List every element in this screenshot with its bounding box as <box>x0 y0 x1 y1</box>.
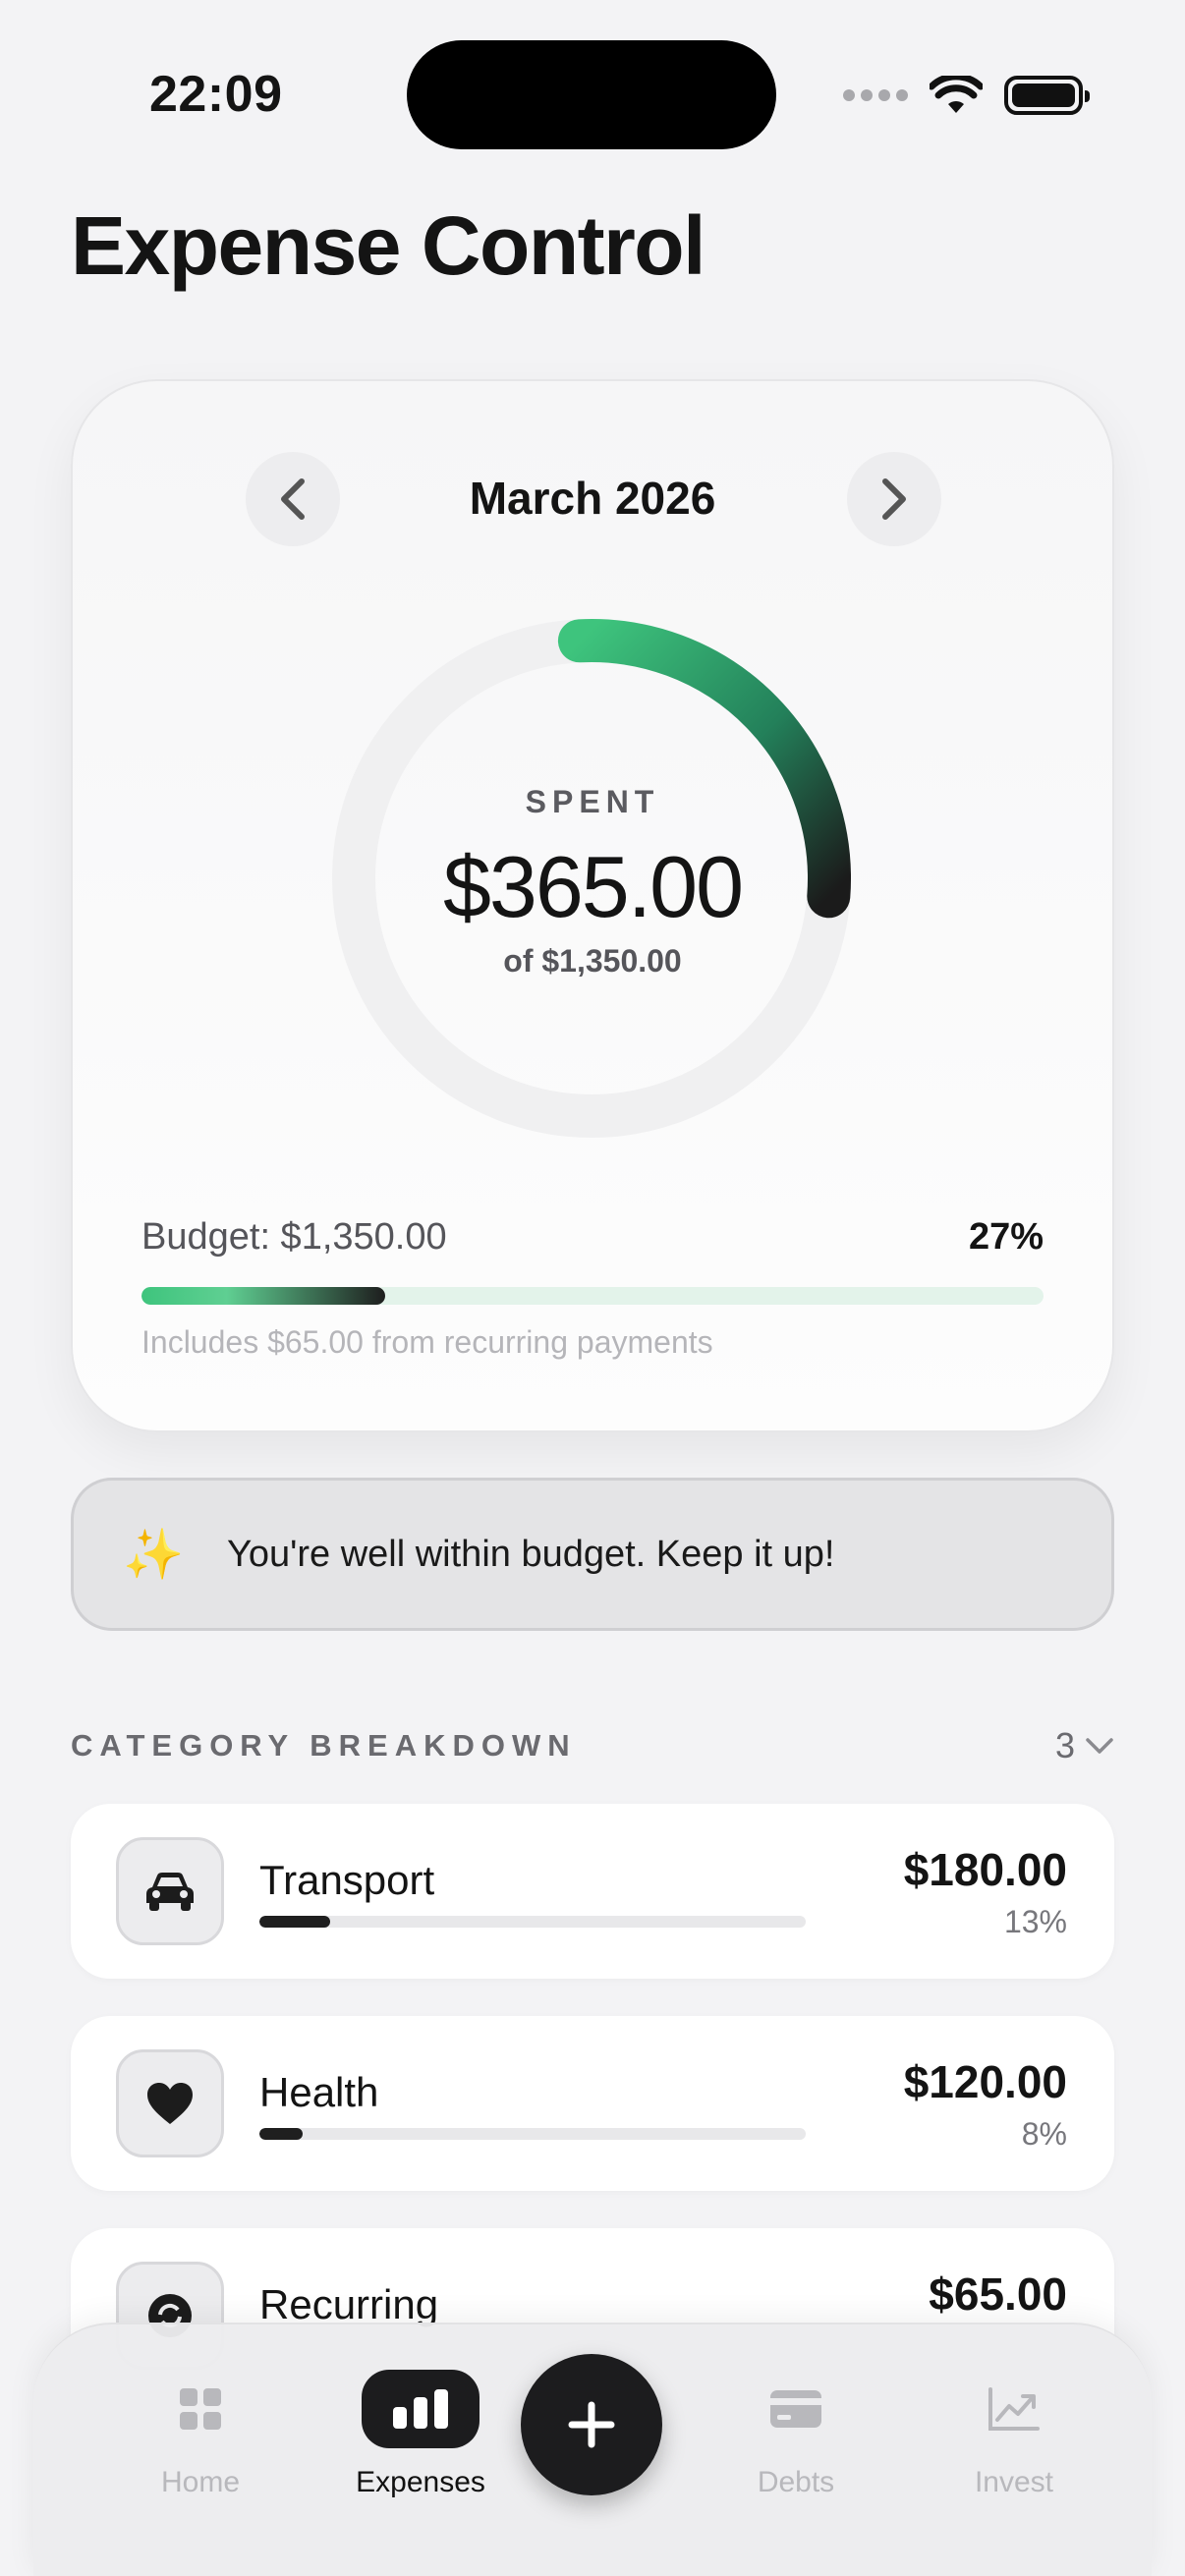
next-month-button[interactable] <box>847 452 941 546</box>
tab-home[interactable]: Home <box>102 2370 299 2499</box>
category-amount: $120.00 <box>903 2056 1067 2107</box>
tip-text: You're well within budget. Keep it up! <box>227 1533 835 1575</box>
budget-row: Budget: $1,350.00 27% <box>141 1216 1044 1259</box>
section-title: CATEGORY BREAKDOWN <box>71 1728 577 1763</box>
tab-debts[interactable]: Debts <box>698 2370 894 2499</box>
category-count-toggle[interactable]: 3 <box>1055 1725 1114 1766</box>
category-amount: $65.00 <box>929 2268 1067 2320</box>
category-icon-box <box>116 2049 224 2157</box>
budget-progress-fill <box>141 1287 385 1305</box>
grid-icon <box>180 2388 221 2430</box>
cellular-signal-icon <box>843 89 908 101</box>
plus-icon <box>568 2401 615 2448</box>
tab-invest[interactable]: Invest <box>916 2370 1112 2499</box>
category-percent: 8% <box>1021 2116 1067 2152</box>
add-expense-button[interactable] <box>521 2354 662 2495</box>
trend-up-icon <box>988 2387 1040 2431</box>
budget-progress-bar <box>141 1287 1044 1305</box>
category-name: Recurring <box>259 2281 439 2327</box>
month-label: March 2026 <box>469 473 716 524</box>
tab-label: Debts <box>757 2466 835 2498</box>
battery-icon <box>1004 76 1090 115</box>
chevron-right-icon <box>882 478 906 520</box>
category-percent: 13% <box>1003 1904 1067 1939</box>
category-progress-fill <box>259 2128 304 2140</box>
category-progress-bar <box>259 1916 806 1928</box>
status-time: 22:09 <box>149 66 283 123</box>
car-icon <box>146 1873 194 1911</box>
budget-tip-banner: ✨ You're well within budget. Keep it up! <box>71 1478 1114 1631</box>
category-card-health[interactable]: Health $120.00 8% <box>71 2016 1114 2191</box>
spent-label: SPENT <box>525 784 660 819</box>
bar-chart-icon <box>393 2389 448 2429</box>
category-icon-box <box>116 1837 224 1945</box>
wifi-icon <box>930 76 983 113</box>
category-name: Health <box>259 2069 379 2115</box>
spent-amount: $365.00 <box>442 838 744 935</box>
tab-expenses[interactable]: Expenses <box>322 2370 519 2499</box>
dynamic-island <box>407 40 776 149</box>
tab-label: Invest <box>974 2466 1054 2498</box>
tab-label: Expenses <box>356 2466 485 2498</box>
category-amount: $180.00 <box>903 1844 1067 1895</box>
spending-summary-card: March 2026 SPENT $365.00 of $1,350.00 Bu… <box>71 379 1114 1432</box>
credit-card-icon <box>770 2390 821 2428</box>
category-card-transport[interactable]: Transport $180.00 13% <box>71 1804 1114 1979</box>
budget-percent: 27% <box>968 1216 1044 1258</box>
sparkles-icon: ✨ <box>123 1526 185 1582</box>
heart-icon <box>147 2083 193 2124</box>
category-breakdown-header: CATEGORY BREAKDOWN 3 <box>71 1725 1114 1766</box>
tab-label: Home <box>160 2466 241 2498</box>
category-count: 3 <box>1054 1725 1075 1765</box>
page-title: Expense Control <box>71 199 705 292</box>
tab-bar: Home Expenses Debts Invest <box>33 2323 1152 2576</box>
tab-active-pill <box>362 2370 480 2448</box>
category-name: Transport <box>259 1857 435 1903</box>
category-progress-bar <box>259 2128 806 2140</box>
chevron-down-icon <box>1086 1738 1113 1754</box>
category-progress-fill <box>259 1916 331 1928</box>
recurring-note: Includes $65.00 from recurring payments <box>141 1324 713 1360</box>
budget-total: of $1,350.00 <box>503 943 682 979</box>
budget-label: Budget: $1,350.00 <box>141 1216 447 1258</box>
status-indicators <box>843 71 1090 120</box>
